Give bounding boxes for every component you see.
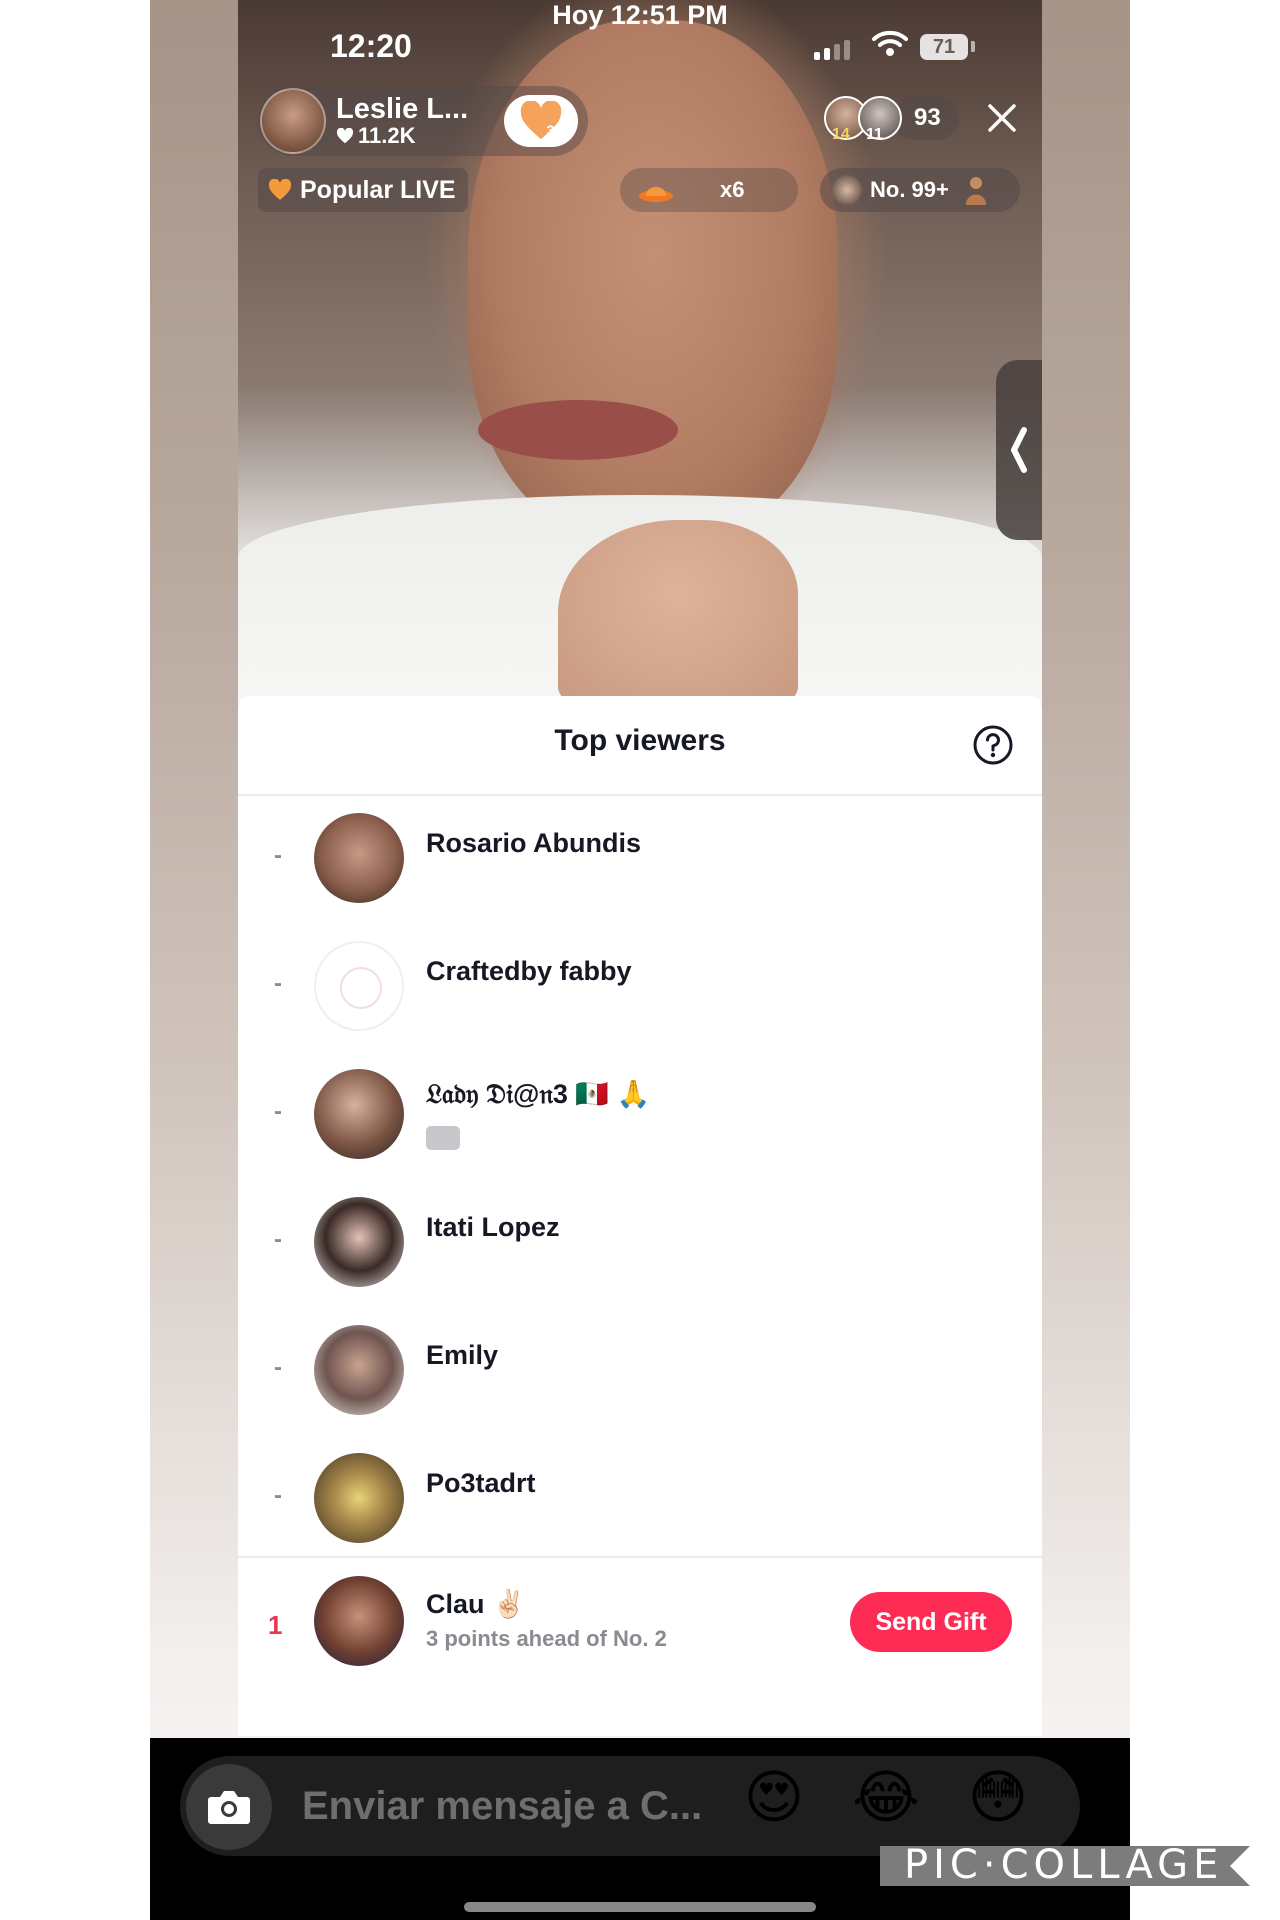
viewer-rank: -: [274, 1482, 282, 1509]
viewer-name: 𝔏𝔞𝔡𝔶 𝔇𝔦@𝔫3 🇲🇽 🙏: [426, 1079, 651, 1109]
popular-live-label: Popular LIVE: [300, 176, 456, 204]
host-name: Leslie L...: [336, 93, 469, 125]
host-likes-count: 11.2K: [358, 123, 416, 148]
help-icon[interactable]: [972, 724, 1014, 766]
rank-avatar: [832, 175, 862, 205]
follow-heart-button[interactable]: 3: [504, 95, 578, 147]
heart-icon: [336, 128, 354, 144]
laughing-emoji-button[interactable]: 😂: [852, 1764, 920, 1832]
viewer-badge: 14: [832, 126, 850, 143]
sheet-title: Top viewers: [554, 724, 726, 757]
send-gift-button[interactable]: Send Gift: [850, 1592, 1012, 1652]
orange-heart-icon: 3: [520, 101, 562, 140]
camera-icon: [208, 1791, 250, 1824]
rank-label: No. 99+: [870, 177, 949, 202]
viewer-row[interactable]: - Emily: [238, 1306, 1042, 1434]
streamer-lips: [478, 400, 678, 460]
chevron-left-icon: [1011, 427, 1027, 473]
message-placeholder: Enviar mensaje a C...: [302, 1784, 703, 1828]
host-avatar[interactable]: [260, 88, 326, 154]
viewer-avatar[interactable]: [314, 1325, 404, 1415]
viewer-count[interactable]: 93: [892, 96, 959, 140]
my-rank-row: 1 Clau ✌🏻 3 points ahead of No. 2 Send G…: [238, 1556, 1042, 1686]
sheet-header: Top viewers: [238, 696, 1042, 796]
viewer-avatar[interactable]: 11: [858, 96, 902, 143]
logo-mark: [340, 967, 382, 1009]
top-viewers-sheet: Top viewers - Rosario Abundis - Craftedb…: [238, 696, 1042, 1736]
host-profile-pill[interactable]: Leslie L... 11.2K 3: [258, 86, 588, 156]
flushed-emoji-button[interactable]: 😳: [964, 1764, 1032, 1832]
streamer-hand: [558, 520, 798, 705]
host-info: Leslie L... 11.2K: [336, 94, 468, 148]
popular-live-badge[interactable]: Popular LIVE: [258, 168, 468, 212]
viewer-name: Craftedby fabby: [426, 956, 632, 986]
my-rank: 1: [268, 1610, 283, 1640]
viewer-name: Po3tadrt: [426, 1468, 536, 1498]
clock: 12:20: [330, 28, 412, 64]
hat-gift-icon: [639, 187, 673, 202]
my-avatar[interactable]: [314, 1576, 404, 1666]
top-viewer-cluster[interactable]: 14 11 93: [824, 96, 959, 143]
viewer-row[interactable]: - Craftedby fabby: [238, 922, 1042, 1050]
viewer-rank: -: [274, 1354, 282, 1381]
viewer-avatar[interactable]: [314, 1197, 404, 1287]
viewer-rank: -: [274, 1098, 282, 1125]
fan-level-badge: [426, 1126, 460, 1150]
heart-eyes-emoji-button[interactable]: 😍: [740, 1764, 808, 1832]
viewer-avatar[interactable]: [314, 941, 404, 1031]
viewer-row[interactable]: - Po3tadrt: [238, 1434, 1042, 1562]
viewer-avatar[interactable]: [314, 1069, 404, 1159]
viewer-row[interactable]: - 𝔏𝔞𝔡𝔶 𝔇𝔦@𝔫3 🇲🇽 🙏: [238, 1050, 1042, 1178]
viewer-badge: 11: [866, 126, 883, 143]
viewer-row[interactable]: - Rosario Abundis: [238, 794, 1042, 922]
home-indicator: [464, 1902, 816, 1912]
viewer-avatar[interactable]: [314, 1453, 404, 1543]
watermark-text: PIC·COLLAGE: [904, 1842, 1224, 1888]
viewer-avatar[interactable]: [314, 813, 404, 903]
viewer-rank: -: [274, 842, 282, 869]
wifi-icon: [872, 30, 908, 56]
capture-timestamp: Hoy 12:51 PM: [552, 0, 728, 30]
viewer-row[interactable]: - Itati Lopez: [238, 1178, 1042, 1306]
viewer-rank: -: [274, 970, 282, 997]
viewer-name: Rosario Abundis: [426, 828, 642, 858]
hourly-rank-pill[interactable]: No. 99+: [820, 168, 1020, 212]
my-name: Clau ✌🏻: [426, 1589, 526, 1619]
points-ahead-text: 3 points ahead of No. 2: [426, 1626, 667, 1651]
close-icon[interactable]: [984, 100, 1020, 136]
battery-tip: [971, 41, 975, 52]
follow-badge-count: 3: [546, 124, 554, 140]
signal-icon: [814, 40, 850, 60]
viewer-name: Itati Lopez: [426, 1212, 560, 1242]
camera-button[interactable]: [186, 1764, 272, 1850]
battery-icon: 71: [920, 34, 968, 60]
half-heart-icon: [268, 179, 292, 200]
side-panel-toggle[interactable]: [996, 360, 1042, 540]
trophy-figure-icon: [965, 177, 986, 205]
gift-multiplier: x6: [720, 177, 745, 202]
viewer-rank: -: [274, 1226, 282, 1253]
gift-streak-pill[interactable]: x6: [620, 168, 798, 212]
viewer-name: Emily: [426, 1340, 499, 1370]
host-likes: 11.2K: [336, 124, 468, 148]
